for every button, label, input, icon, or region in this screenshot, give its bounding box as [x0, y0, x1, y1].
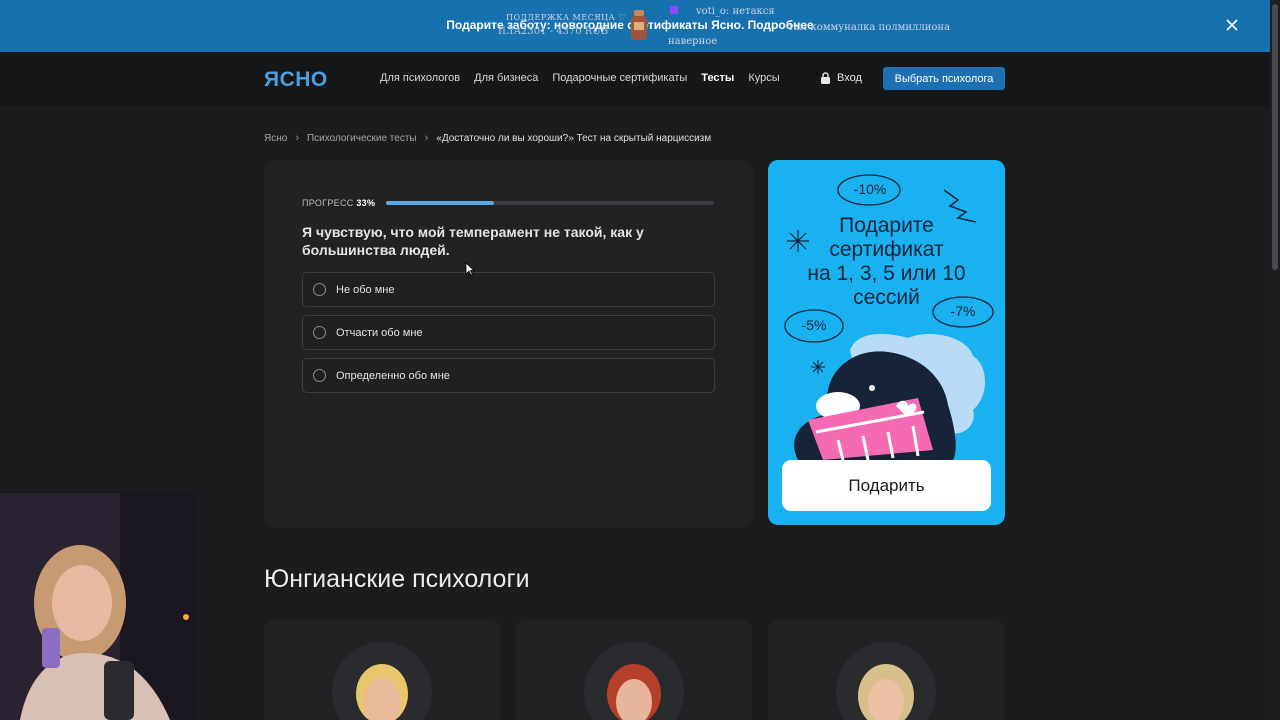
radio-icon[interactable] [313, 326, 326, 339]
avatar-photo [607, 664, 661, 720]
gift-title: Подарите сертификат на 1, 3, 5 или 10 се… [768, 214, 1005, 310]
avatar [836, 642, 936, 720]
progress-label-text: ПРОГРЕСС [302, 198, 354, 208]
progress-label: ПРОГРЕСС 33% [302, 198, 375, 208]
overlay-support-title: ПОДДЕРЖКА МЕСЯЦА ♡ [506, 13, 626, 22]
breadcrumb: Ясно › Психологические тесты › «Достаточ… [264, 132, 711, 144]
avatar-photo [356, 664, 408, 720]
webcam-overlay [0, 493, 196, 720]
gift-title-line: Подарите [839, 214, 934, 237]
avatar-photo [858, 664, 914, 720]
nav-tests[interactable]: Тесты [701, 72, 734, 84]
nav-for-psychologists[interactable]: Для психологов [380, 72, 460, 84]
nav-gift-certificates[interactable]: Подарочные сертификаты [552, 72, 687, 84]
progress-bar [386, 201, 714, 205]
chevron-right-icon: › [295, 132, 299, 144]
psychologist-card[interactable] [768, 620, 1004, 720]
psychologist-card[interactable] [516, 620, 752, 720]
gift-bottle-icon [631, 10, 647, 40]
chevron-right-icon: › [424, 132, 429, 144]
breadcrumb-home[interactable]: Ясно [264, 133, 287, 144]
question-text: Я чувствую, что мой темперамент не такой… [302, 224, 644, 258]
progress-fill [386, 201, 495, 205]
login-label: Вход [837, 72, 862, 84]
discount-badge: -5% [801, 317, 827, 333]
gift-certificate-banner[interactable]: Подарите сертификат на 1, 3, 5 или 10 се… [768, 160, 1005, 525]
answer-option-label: Не обо мне [336, 283, 395, 296]
close-icon[interactable] [1220, 13, 1244, 37]
progress-value: 33% [356, 198, 376, 208]
gift-title-line: на 1, 3, 5 или 10 [807, 262, 966, 285]
answer-option-label: Определенно обо мне [336, 369, 450, 382]
avatar [584, 642, 684, 720]
discount-badge: -7% [950, 303, 976, 319]
gift-title-line: сертификат [829, 238, 944, 261]
overlay-chat-line: там коммуналка полмиллиона [788, 22, 951, 33]
discount-badge: -10% [853, 181, 887, 197]
webcam-feed [0, 493, 196, 720]
answer-option[interactable]: Отчасти обо мне [302, 315, 715, 350]
breadcrumb-current: «Достаточно ли вы хороши?» Тест на скрыт… [436, 132, 712, 144]
overlay-chat-line: наверное [668, 36, 718, 47]
avatar [332, 642, 432, 720]
test-card: ПРОГРЕСС 33% Я чувствую, что мой темпера… [264, 160, 753, 528]
site-header: ЯСНО Для психологов Для бизнеса Подарочн… [0, 52, 1270, 106]
lock-icon [821, 72, 830, 84]
nav-for-business[interactable]: Для бизнеса [474, 72, 538, 84]
logo[interactable]: ЯСНО [264, 68, 328, 92]
main-nav: Для психологов Для бизнеса Подарочные се… [380, 72, 780, 84]
radio-icon[interactable] [313, 283, 326, 296]
gift-button[interactable]: Подарить [782, 460, 991, 511]
scrollbar[interactable] [1270, 0, 1280, 720]
breadcrumb-tests[interactable]: Психологические тесты [307, 133, 417, 144]
section-title: Юнгианские психологи [264, 565, 530, 593]
pick-psychologist-button[interactable]: Выбрать психолога [883, 67, 1005, 90]
psychologist-card[interactable] [264, 620, 500, 720]
answer-option-label: Отчасти обо мне [336, 326, 423, 339]
scrollbar-thumb[interactable] [1272, 4, 1278, 270]
nav-courses[interactable]: Курсы [748, 72, 779, 84]
login-link[interactable]: Вход [820, 72, 862, 84]
answer-option[interactable]: Не обо мне [302, 272, 715, 307]
overlay-donor: ILYA2301 - 4370 RUB [498, 26, 609, 37]
radio-icon[interactable] [313, 369, 326, 382]
overlay-chat-user: voti_o: нетакся [696, 6, 775, 17]
mouse-cursor-icon [465, 262, 475, 276]
answer-option[interactable]: Определенно обо мне [302, 358, 715, 393]
